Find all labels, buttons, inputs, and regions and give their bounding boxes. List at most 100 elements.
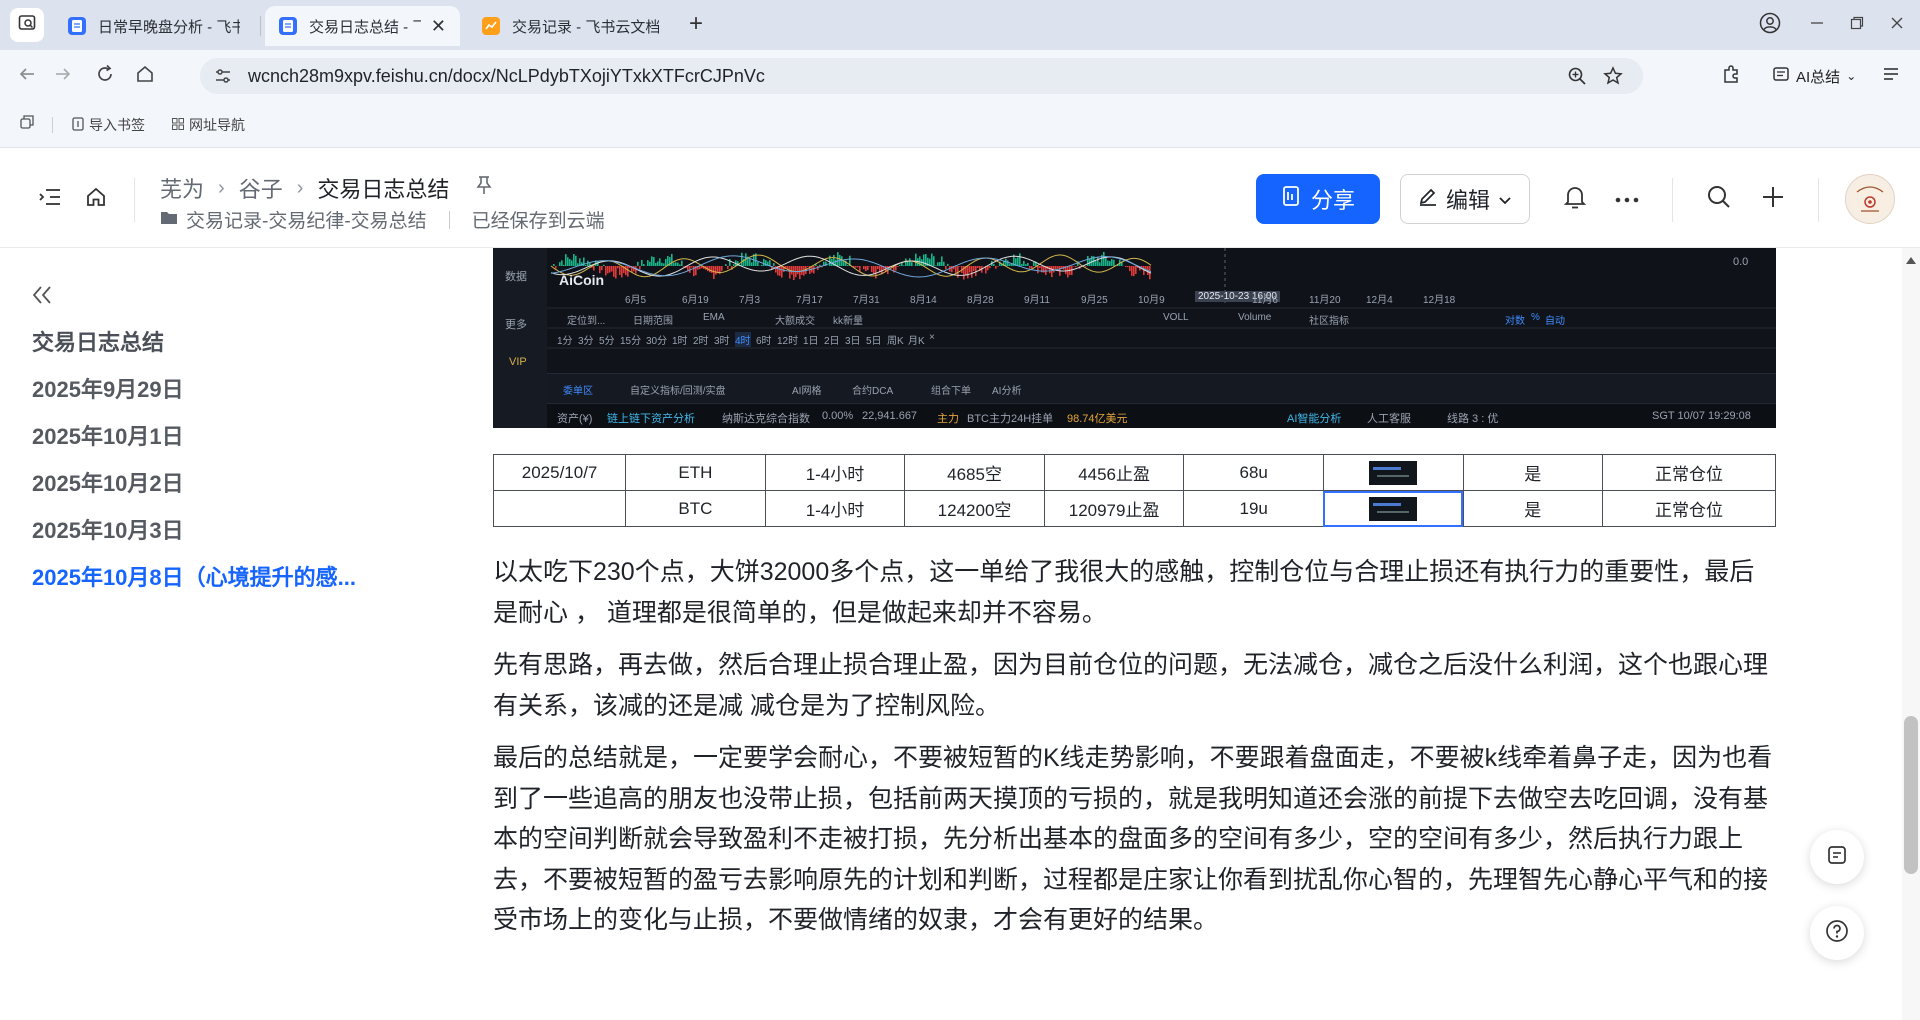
table-cell[interactable]: 19u	[1183, 490, 1324, 527]
embedded-chart-screenshot[interactable]: 数据 更多 VIP AiCoin 0.0 6月5 6月19 7月3 7月17 7月31 8…	[493, 248, 1776, 428]
table-cell[interactable]: 正常仓位	[1602, 490, 1776, 527]
chart-tab[interactable]: 组合下单	[931, 382, 971, 397]
help-button[interactable]	[1810, 906, 1864, 960]
chart-toolbar-item[interactable]: 自动	[1545, 312, 1565, 327]
outline-item[interactable]: 2025年10月1日	[32, 419, 372, 466]
scrollbar-thumb[interactable]	[1904, 716, 1918, 874]
chart-toolbar-item[interactable]: 定位到...	[567, 312, 605, 327]
paragraph[interactable]: 以太吃下230个点，大饼32000多个点，这一单给了我很大的感触，控制仓位与合理…	[493, 552, 1776, 633]
share-button[interactable]: 分享	[1256, 174, 1380, 224]
table-cell[interactable]: 4685空	[904, 454, 1045, 491]
ai-summary-button[interactable]: AI总结 ⌄	[1772, 63, 1856, 89]
chart-toolbar-item[interactable]: %	[1531, 312, 1540, 323]
chart-toolbar-item[interactable]: 日期范围	[633, 312, 673, 327]
interval-button[interactable]: 1时	[672, 332, 688, 347]
collapse-outline-button[interactable]	[28, 283, 56, 311]
table-cell[interactable]: 是	[1462, 454, 1604, 491]
avatar[interactable]	[1845, 174, 1895, 224]
url-nav-link[interactable]: 网址导航	[172, 115, 245, 135]
table-cell[interactable]	[492, 490, 627, 527]
chart-toolbar-item[interactable]: VOLL	[1163, 312, 1189, 323]
zoom-icon[interactable]	[1567, 66, 1587, 91]
table-cell[interactable]	[1322, 454, 1464, 491]
breadcrumb-item[interactable]: 谷子	[239, 172, 283, 204]
page-scrollbar[interactable]	[1902, 248, 1920, 1020]
import-bookmarks-link[interactable]: 导入书签	[72, 115, 145, 135]
table-cell[interactable]: 120979止盈	[1043, 490, 1185, 527]
back-button[interactable]	[12, 61, 42, 91]
interval-button[interactable]: 6时	[756, 332, 772, 347]
interval-button[interactable]: ×	[929, 332, 935, 343]
page-title[interactable]: 交易日志总结	[317, 172, 449, 204]
pin-icon[interactable]	[475, 175, 493, 201]
close-tab-icon[interactable]: ✕	[431, 16, 446, 37]
interval-button[interactable]: 2时	[693, 332, 709, 347]
tab-collection-button[interactable]	[20, 115, 34, 132]
chart-tab[interactable]: AI网格	[792, 382, 821, 397]
interval-button[interactable]: 4时	[735, 332, 751, 347]
table-cell[interactable]: 1-4小时	[764, 490, 906, 527]
minimize-button[interactable]	[1802, 10, 1832, 40]
chart-tab[interactable]: 合约DCA	[852, 382, 893, 397]
extensions-button[interactable]	[1717, 61, 1747, 91]
chart-toolbar-item[interactable]: 大额成交	[775, 312, 815, 327]
interval-button[interactable]: 3时	[714, 332, 730, 347]
restore-button[interactable]	[1842, 10, 1872, 40]
chart-toolbar-item[interactable]: EMA	[703, 312, 725, 323]
table-cell[interactable]: 124200空	[904, 490, 1045, 527]
create-button[interactable]	[1758, 184, 1788, 214]
home-button[interactable]	[81, 184, 111, 214]
chart-thumbnail[interactable]	[1369, 460, 1418, 485]
forward-button[interactable]	[48, 61, 78, 91]
interval-button[interactable]: 2日	[824, 332, 840, 347]
chart-tab[interactable]: 自定义指标/回测/实盘	[630, 382, 726, 397]
paragraph[interactable]: 先有思路，再去做，然后合理止损合理止盈，因为目前仓位的问题，无法减仓，减仓之后没…	[493, 645, 1776, 726]
doc-helper-button[interactable]	[1810, 830, 1864, 884]
interval-button[interactable]: 周K	[887, 332, 904, 347]
tab-search-button[interactable]	[10, 8, 44, 42]
folder-link[interactable]: 交易记录-交易纪律-交易总结	[186, 206, 427, 233]
browser-tab-3[interactable]: 交易记录 - 飞书云文档	[468, 6, 673, 46]
interval-button[interactable]: 5分	[599, 332, 615, 347]
table-cell[interactable]	[1322, 490, 1464, 527]
interval-button[interactable]: 月K	[908, 332, 925, 347]
table-cell[interactable]: BTC	[625, 490, 766, 527]
new-tab-button[interactable]: +	[682, 10, 710, 38]
breadcrumb-item[interactable]: 芜为	[160, 172, 204, 204]
more-button[interactable]	[1612, 184, 1642, 214]
table-cell[interactable]: 2025/10/7	[492, 454, 627, 491]
browser-tab-2[interactable]: 交易日志总结 - 飞 ✕	[265, 6, 460, 46]
site-settings-icon[interactable]	[214, 67, 232, 90]
reload-button[interactable]	[90, 61, 120, 91]
table-cell[interactable]: 1-4小时	[764, 454, 906, 491]
interval-button[interactable]: 30分	[646, 332, 667, 347]
interval-button[interactable]: 3日	[845, 332, 861, 347]
chart-toolbar-item[interactable]: 社区指标	[1309, 312, 1349, 327]
interval-button[interactable]: 15分	[620, 332, 641, 347]
chart-toolbar-item[interactable]: kk新量	[833, 312, 863, 327]
search-button[interactable]	[1704, 184, 1734, 214]
close-window-button[interactable]	[1882, 10, 1912, 40]
interval-button[interactable]: 5日	[866, 332, 882, 347]
interval-button[interactable]: 12时	[777, 332, 798, 347]
outline-item[interactable]: 交易日志总结	[32, 325, 372, 372]
chart-tab[interactable]: AI分析	[992, 382, 1021, 397]
chart-toolbar-item[interactable]: Volume	[1238, 312, 1271, 323]
chart-toolbar-item[interactable]: 对数	[1505, 312, 1525, 327]
chart-tab[interactable]: 委单区	[563, 382, 593, 397]
outline-item[interactable]: 2025年10月2日	[32, 466, 372, 513]
interval-button[interactable]: 3分	[578, 332, 594, 347]
toggle-sidebar-button[interactable]	[35, 184, 65, 214]
table-cell[interactable]: ETH	[625, 454, 766, 491]
table-cell[interactable]: 68u	[1183, 454, 1324, 491]
browser-menu-button[interactable]	[1876, 61, 1906, 91]
outline-item[interactable]: 2025年10月3日	[32, 513, 372, 560]
profile-button[interactable]	[1755, 10, 1785, 40]
scroll-up-icon[interactable]	[1904, 254, 1918, 266]
table-cell[interactable]: 4456止盈	[1043, 454, 1185, 491]
paragraph[interactable]: 最后的总结就是，一定要学会耐心，不要被短暂的K线走势影响，不要跟着盘面走，不要被…	[493, 738, 1776, 941]
table-cell[interactable]: 是	[1462, 490, 1604, 527]
interval-button[interactable]: 1日	[803, 332, 819, 347]
outline-item[interactable]: 2025年9月29日	[32, 372, 372, 419]
chart-thumbnail[interactable]	[1369, 496, 1418, 521]
